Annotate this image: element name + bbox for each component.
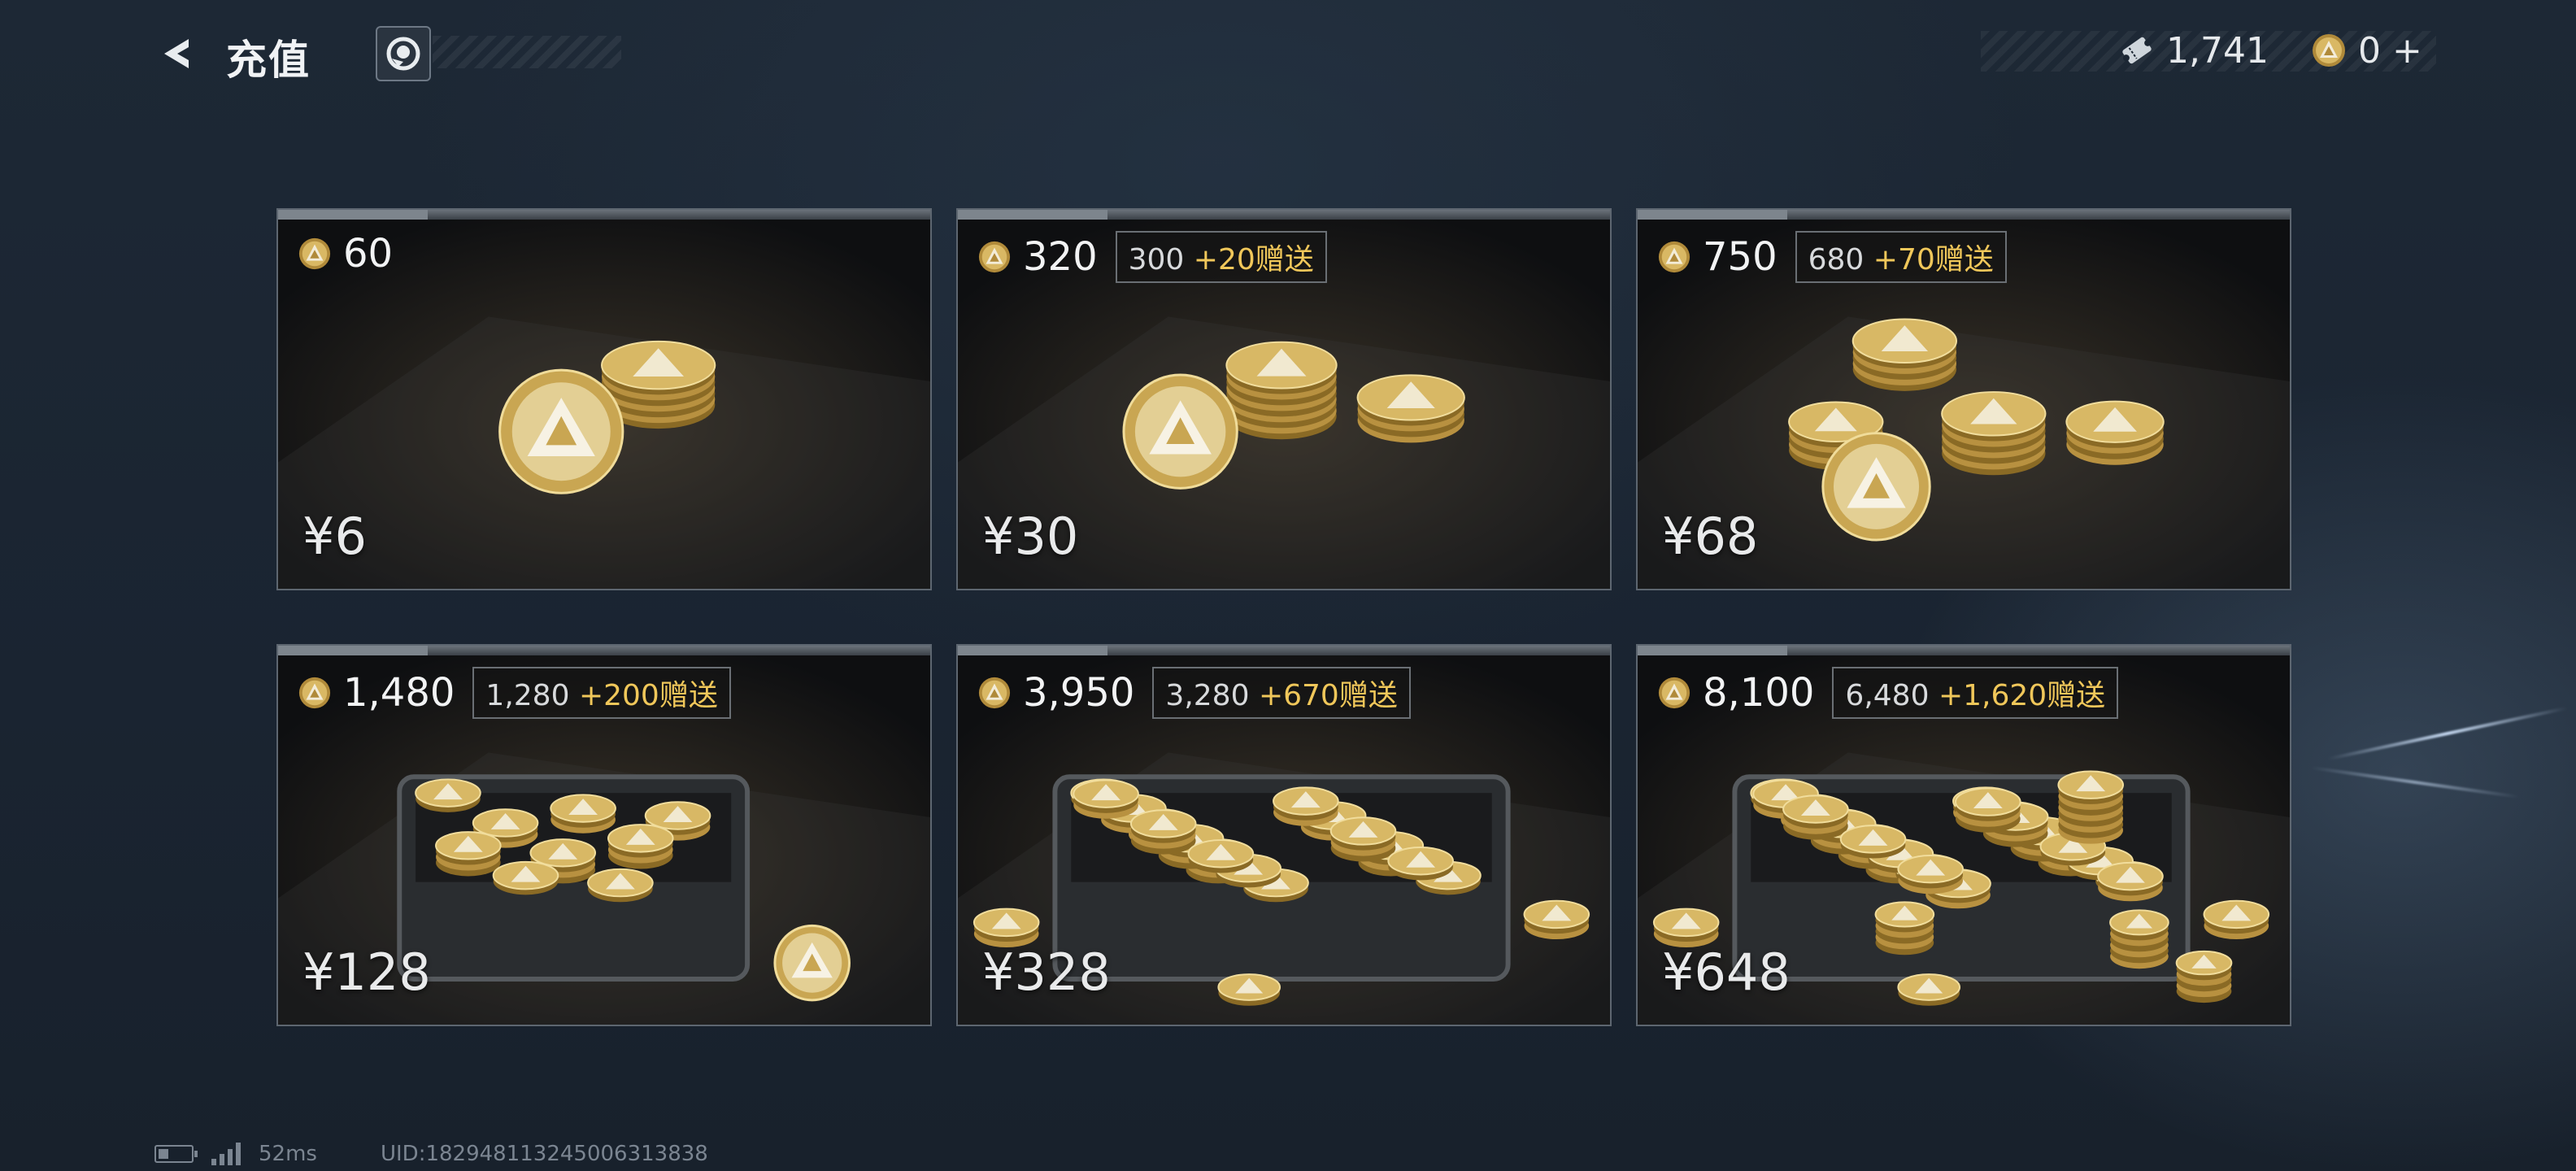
coin-icon <box>978 677 1011 709</box>
back-arrow-icon <box>164 39 189 68</box>
latency-text: 52ms <box>259 1142 317 1166</box>
bonus-base: 300 <box>1128 243 1185 276</box>
package-card[interactable]: 60 ¥6 <box>276 208 932 590</box>
bonus-extra: +1,620赠送 <box>1938 679 2106 712</box>
title-decoration <box>433 36 621 68</box>
card-frame-tab <box>958 646 1107 655</box>
add-coin-icon[interactable]: + <box>2392 30 2422 72</box>
card-frame-tab <box>278 646 428 655</box>
package-amount-row: 1,480 1,280 +200赠送 <box>298 667 731 719</box>
coin-icon <box>978 241 1011 273</box>
coin-balance-value: 0 <box>2358 29 2381 72</box>
coin-icon <box>2313 34 2345 67</box>
package-amount-row: 320 300 +20赠送 <box>977 231 1327 283</box>
package-amount-row: 60 <box>298 231 393 276</box>
bonus-base: 680 <box>1808 243 1865 276</box>
package-amount-row: 8,100 6,480 +1,620赠送 <box>1657 667 2119 719</box>
bonus-base: 6,480 <box>1845 679 1930 712</box>
card-frame-tab <box>278 210 428 220</box>
bonus-extra: +70赠送 <box>1873 243 1994 276</box>
package-price: ¥328 <box>982 942 1111 1002</box>
package-amount-row: 3,950 3,280 +670赠送 <box>977 667 1411 719</box>
bonus-badge: 3,280 +670赠送 <box>1152 667 1411 719</box>
bonus-badge: 6,480 +1,620赠送 <box>1832 667 2119 719</box>
package-price: ¥68 <box>1662 507 1759 566</box>
battery-icon <box>154 1145 198 1163</box>
package-price: ¥30 <box>982 507 1079 566</box>
package-amount: 3,950 <box>1023 670 1135 716</box>
ticket-balance: 1,741 <box>2119 26 2269 75</box>
back-button[interactable] <box>154 31 200 76</box>
package-amount: 750 <box>1703 234 1778 280</box>
card-frame-tab <box>1638 646 1787 655</box>
headset-icon <box>386 37 420 71</box>
package-amount: 320 <box>1023 234 1098 280</box>
coin-icon <box>1658 677 1690 709</box>
package-card[interactable]: 3,950 3,280 +670赠送 ¥328 <box>956 644 1612 1026</box>
package-card[interactable]: 750 680 +70赠送 ¥68 <box>1636 208 2291 590</box>
package-price: ¥128 <box>302 942 431 1002</box>
package-card[interactable]: 320 300 +20赠送 ¥30 <box>956 208 1612 590</box>
bonus-badge: 680 +70赠送 <box>1795 231 2007 283</box>
package-card[interactable]: 1,480 1,280 +200赠送 ¥128 <box>276 644 932 1026</box>
package-amount: 60 <box>343 231 394 276</box>
coin-icon <box>298 237 331 270</box>
bonus-base: 1,280 <box>485 679 570 712</box>
card-frame-tab <box>1638 210 1787 220</box>
package-price: ¥6 <box>302 507 367 566</box>
package-amount-row: 750 680 +70赠送 <box>1657 231 2007 283</box>
ticket-icon <box>2122 37 2152 64</box>
signal-icon <box>211 1143 241 1165</box>
ticket-balance-value: 1,741 <box>2166 29 2269 72</box>
package-price: ¥648 <box>1662 942 1791 1002</box>
package-amount: 1,480 <box>343 670 455 716</box>
card-frame-tab <box>958 210 1107 220</box>
bonus-badge: 1,280 +200赠送 <box>472 667 731 719</box>
bonus-base: 3,280 <box>1165 679 1250 712</box>
page-title: 充值 <box>226 37 311 84</box>
coin-icon <box>1658 241 1690 273</box>
coin-icon <box>298 677 331 709</box>
package-amount: 8,100 <box>1703 670 1815 716</box>
bonus-extra: +200赠送 <box>578 679 718 712</box>
bonus-extra: +20赠送 <box>1193 243 1314 276</box>
package-card[interactable]: 8,100 6,480 +1,620赠送 ¥648 <box>1636 644 2291 1026</box>
status-bar: 52ms UID:182948113245006313838 <box>154 1142 708 1166</box>
customer-service-button[interactable] <box>376 26 431 81</box>
bonus-badge: 300 +20赠送 <box>1115 231 1327 283</box>
bonus-extra: +670赠送 <box>1258 679 1398 712</box>
coin-balance[interactable]: 0 + <box>2311 26 2422 75</box>
uid-text: UID:182948113245006313838 <box>380 1142 708 1166</box>
